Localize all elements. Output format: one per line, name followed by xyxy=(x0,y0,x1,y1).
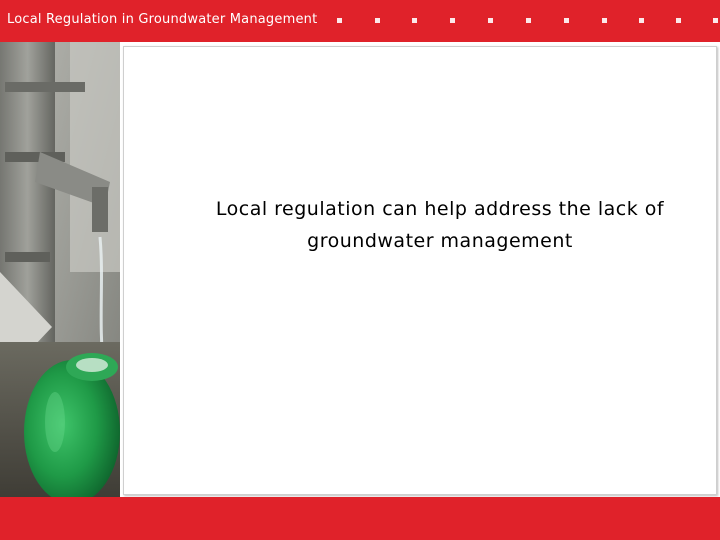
bullet-square-icon xyxy=(639,18,644,23)
bullet-square-icon xyxy=(450,18,455,23)
content-panel xyxy=(123,46,717,495)
bullet-square-icon xyxy=(412,18,417,23)
bullet-square-icon xyxy=(564,18,569,23)
bullet-square-icon xyxy=(713,18,718,23)
bullet-square-icon xyxy=(488,18,493,23)
footer-bar xyxy=(0,497,720,540)
title-bar: Local Regulation in Groundwater Manageme… xyxy=(0,0,720,42)
header-title: Local Regulation in Groundwater Manageme… xyxy=(7,12,318,27)
bullet-square-icon xyxy=(602,18,607,23)
bullet-square-icon xyxy=(676,18,681,23)
bullet-square-icon xyxy=(526,18,531,23)
bullet-square-icon xyxy=(375,18,380,23)
bullet-square-icon xyxy=(337,18,342,23)
slide-body-text: Local regulation can help address the la… xyxy=(215,198,665,252)
hand-pump-photo xyxy=(0,42,120,497)
